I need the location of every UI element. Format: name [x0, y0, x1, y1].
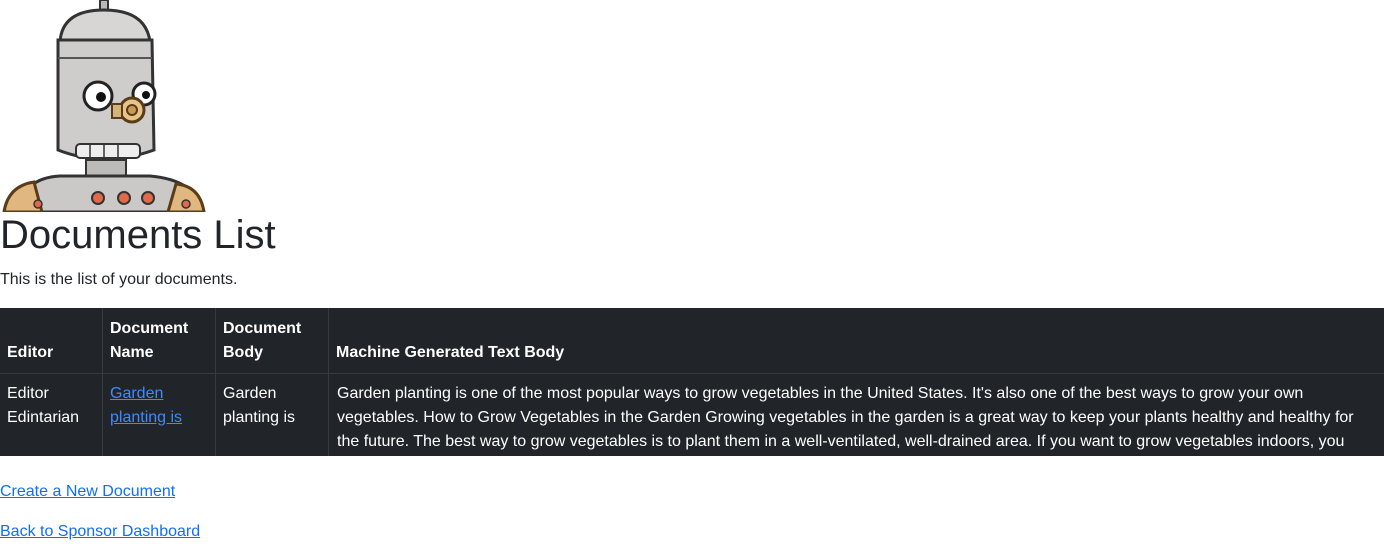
page-title: Documents List — [0, 213, 276, 257]
cell-editor: Editor Edintarian — [0, 373, 103, 456]
header-document-name: Document Name — [102, 308, 216, 374]
create-document-link[interactable]: Create a New Document — [0, 482, 175, 502]
document-name-link[interactable]: Garden planting is — [110, 385, 182, 426]
table-row: Editor Edintarian Garden planting is Gar… — [0, 373, 1384, 457]
robot-mascot-icon — [2, 0, 206, 212]
cell-machine-text: Garden planting is one of the most popul… — [329, 374, 1384, 457]
page-intro: This is the list of your documents. — [0, 271, 238, 288]
machine-text-content: Garden planting is one of the most popul… — [337, 385, 1354, 450]
header-machine-text: Machine Generated Text Body — [328, 308, 1384, 374]
cell-document-name: Garden planting is — [102, 373, 216, 456]
cell-document-body: Garden planting is — [215, 373, 329, 456]
table-body: Editor Edintarian Garden planting is Gar… — [0, 373, 1384, 457]
documents-table: Editor Document Name Document Body Machi… — [0, 308, 1384, 456]
back-to-dashboard-link[interactable]: Back to Sponsor Dashboard — [0, 522, 200, 542]
table-header: Editor Document Name Document Body Machi… — [0, 308, 1384, 374]
robot-logo — [0, 0, 210, 212]
header-document-body: Document Body — [215, 308, 329, 374]
header-editor: Editor — [0, 308, 103, 374]
table-header-row: Editor Document Name Document Body Machi… — [0, 308, 1384, 374]
